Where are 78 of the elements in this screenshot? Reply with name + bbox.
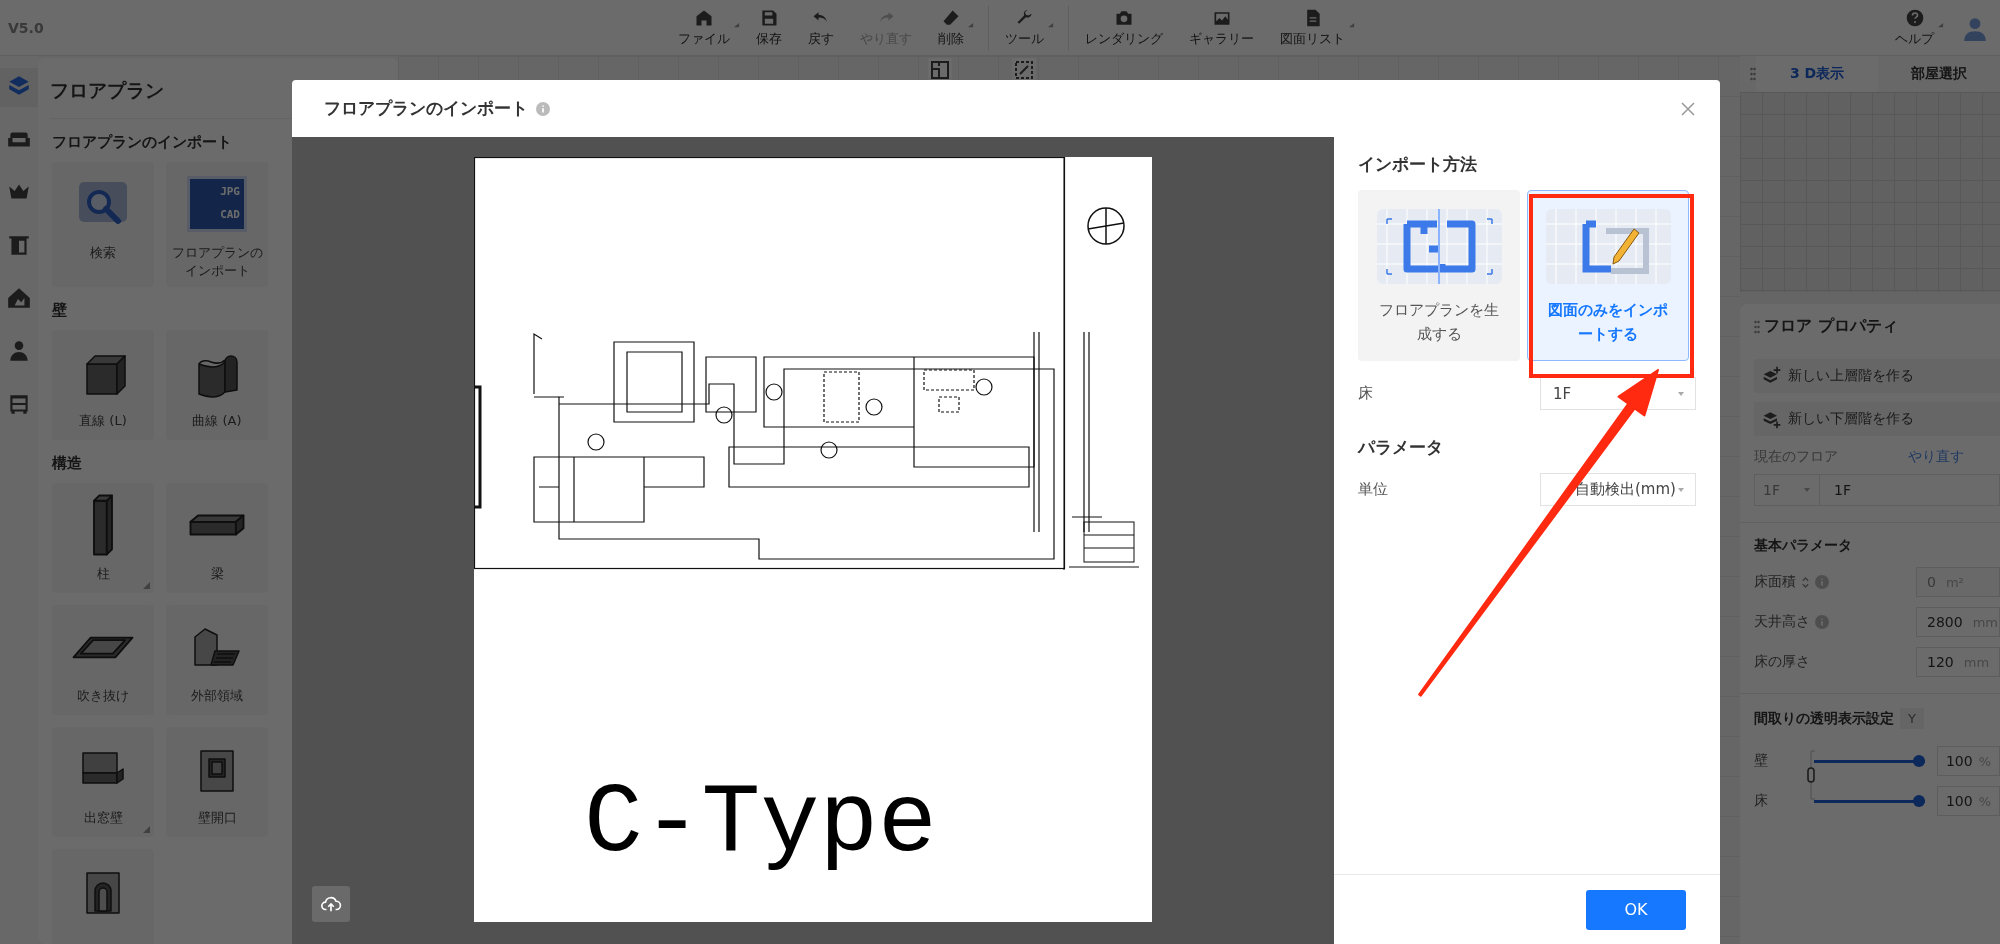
compass-icon: [1087, 207, 1125, 245]
catalog-tile[interactable]: 柱: [52, 483, 154, 594]
catalog-tile[interactable]: 直線 (L): [52, 330, 154, 441]
caret-icon: [1348, 21, 1355, 29]
catalog-tile[interactable]: 壁開口: [166, 727, 268, 838]
slider-thumb[interactable]: [1912, 755, 1925, 767]
drag-handle-icon[interactable]: [1754, 319, 1760, 334]
area-select-icon[interactable]: [1012, 58, 1036, 82]
layer-add-icon: [1762, 409, 1782, 429]
close-icon[interactable]: [1680, 100, 1696, 117]
expand-corner-icon: [143, 826, 150, 834]
layer-add-icon: [1762, 366, 1782, 386]
field-label: 床: [1358, 384, 1373, 403]
beam-icon: [188, 513, 246, 538]
section-title: フロアプランのインポート: [52, 133, 233, 152]
section-title: 構造: [52, 454, 83, 474]
panel-title: フロア プロパティ: [1764, 316, 1898, 337]
percent-field[interactable]: 100 %: [1936, 786, 2000, 816]
caret-icon: [1803, 486, 1811, 494]
section-title: 壁: [52, 301, 68, 321]
info-icon[interactable]: [536, 101, 550, 116]
redo-link[interactable]: やり直す: [1908, 448, 1964, 466]
field-label: 床面積: [1754, 573, 1796, 591]
field-label: 天井高さ: [1754, 613, 1810, 631]
caret-icon: [1937, 21, 1944, 29]
catalog-tile[interactable]: 吹き抜け: [52, 605, 154, 716]
image-import-icon: JPG CAD: [187, 176, 247, 232]
toolbar-button[interactable]: 保存: [746, 5, 792, 50]
section-title: 間取りの透明表示設定: [1754, 709, 1894, 728]
slider-thumb[interactable]: [1912, 795, 1925, 807]
caret-icon: [1677, 485, 1685, 494]
catalog-tile[interactable]: 梁: [166, 483, 268, 594]
caret-icon: [1677, 389, 1685, 398]
caret-icon: [733, 21, 740, 29]
catalog-tile[interactable]: 検索: [52, 162, 154, 288]
section-title: パラメータ: [1358, 436, 1444, 459]
field-label: 床の厚さ: [1754, 653, 1810, 671]
percent-field[interactable]: 100 %: [1936, 746, 2000, 776]
catalog-tile[interactable]: [52, 849, 154, 944]
toolbar-button[interactable]: 図面リスト: [1270, 5, 1355, 50]
section-title: インポート方法: [1358, 153, 1478, 176]
column-icon: [91, 493, 115, 558]
caret-icon: [967, 21, 974, 29]
field-label: 単位: [1358, 480, 1388, 499]
toolbar-button[interactable]: レンダリング: [1068, 5, 1173, 50]
field-label: 床: [1754, 792, 1769, 810]
toolbar-button[interactable]: ファイル: [668, 5, 740, 50]
help-button[interactable]: ヘルプ: [1885, 5, 1944, 50]
plan-caption: C-Type: [584, 775, 938, 873]
floor-opening-icon: [71, 634, 135, 660]
toolbar-button[interactable]: ギャラリー: [1179, 5, 1264, 50]
section-title: 基本パラメータ: [1754, 537, 1853, 555]
ok-button[interactable]: OK: [1586, 889, 1686, 930]
sidebar-tab[interactable]: [0, 68, 38, 107]
pencil-plan-icon: [1545, 209, 1671, 284]
catalog-tile[interactable]: 曲線 (A): [166, 330, 268, 441]
add-floor-button[interactable]: 新しい下層階を作る: [1754, 402, 2000, 436]
axis-toggle[interactable]: Y: [1900, 708, 1924, 729]
info-icon[interactable]: [1815, 615, 1829, 629]
import-method-card[interactable]: フロアプランを生成する: [1358, 190, 1520, 361]
view-tab[interactable]: 部屋選択: [1878, 56, 2000, 92]
floor-plan-scan-icon: [1376, 209, 1502, 284]
expand-corner-icon: [143, 582, 150, 590]
upload-button[interactable]: [312, 886, 350, 922]
drag-handle-icon[interactable]: [1750, 67, 1756, 81]
floor-name-field[interactable]: 1F: [1820, 474, 2000, 506]
field-label: 壁: [1754, 752, 1769, 770]
toolbar-button[interactable]: ツール: [988, 5, 1054, 50]
import-method-card[interactable]: 図面のみをインポートする: [1527, 190, 1689, 361]
toolbar-button[interactable]: 戻す: [798, 5, 844, 50]
floor-plan-view-icon[interactable]: [928, 58, 952, 82]
caret-icon: [1047, 21, 1054, 29]
catalog-tile[interactable]: 出窓壁: [52, 727, 154, 838]
add-floor-button[interactable]: 新しい上層階を作る: [1754, 359, 2000, 393]
toolbar-button[interactable]: 削除: [928, 5, 974, 50]
unit-select[interactable]: 自動検出(mm): [1540, 473, 1696, 506]
help-icon: [1904, 7, 1925, 28]
catalog-tile[interactable]: 外部領域: [166, 605, 268, 716]
